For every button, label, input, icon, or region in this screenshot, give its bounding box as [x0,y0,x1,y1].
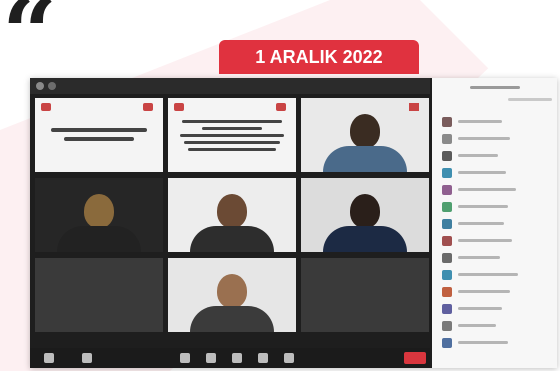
reactions-icon[interactable] [284,353,294,363]
camera-icon[interactable] [82,353,92,363]
slide-text-line [64,137,134,141]
slide-text-line [180,134,284,137]
logo-icon [174,103,184,111]
participant-name-bar [458,154,498,157]
slide-text-line [51,128,147,132]
empty-video-tile [301,258,429,332]
participant-name-bar [458,188,516,191]
participant-row[interactable] [442,337,552,349]
participant-video-tile [301,98,429,172]
participant-row[interactable] [442,218,552,230]
slide-text-line [184,141,280,144]
avatar [442,304,452,314]
avatar [442,321,452,331]
slide-text-line [182,120,282,123]
participant-name-bar [458,256,500,259]
logo-icon [143,103,153,111]
participant-name-bar [458,290,510,293]
avatar [442,287,452,297]
participant-row[interactable] [442,303,552,315]
participant-row[interactable] [442,269,552,281]
participant-silhouette [323,194,407,252]
logo-icon [41,103,51,111]
participant-name-bar [458,120,502,123]
participant-silhouette [323,114,407,172]
participant-row[interactable] [442,116,552,128]
participant-video-tile [168,258,296,332]
share-screen-icon[interactable] [232,353,242,363]
participant-name-bar [458,137,510,140]
avatar [442,270,452,280]
participant-row[interactable] [442,133,552,145]
avatar [442,185,452,195]
avatar [442,134,452,144]
chat-icon[interactable] [206,353,216,363]
video-grid [35,98,430,346]
participant-name-bar [458,222,504,225]
quote-mark: “ [2,0,57,90]
avatar [442,236,452,246]
panel-title-bar [470,86,520,89]
meeting-controls-bar [30,348,430,368]
participant-video-tile [35,178,163,252]
participant-silhouette [57,194,141,252]
logo-icon [409,103,419,111]
participant-row[interactable] [442,184,552,196]
avatar [442,338,452,348]
participant-row[interactable] [442,320,552,332]
microphone-icon[interactable] [44,353,54,363]
participant-name-bar [458,307,502,310]
avatar [442,253,452,263]
avatar [442,117,452,127]
participant-name-bar [458,341,508,344]
avatar [442,219,452,229]
shared-slide-tile [168,98,296,172]
leave-button[interactable] [404,352,426,364]
participant-row[interactable] [442,235,552,247]
participant-name-bar [458,273,518,276]
participant-row[interactable] [442,167,552,179]
avatar [442,202,452,212]
window-control-icon [36,82,44,90]
participants-icon[interactable] [180,353,190,363]
slide-text-line [188,148,276,151]
participant-silhouette [190,194,274,252]
avatar [442,168,452,178]
participant-row[interactable] [442,201,552,213]
participant-video-tile [301,178,429,252]
participant-row[interactable] [442,150,552,162]
participant-silhouette [190,274,274,332]
shared-slide-tile [35,98,163,172]
participant-name-bar [458,205,508,208]
participant-name-bar [458,171,506,174]
empty-video-tile [35,258,163,332]
record-icon[interactable] [258,353,268,363]
participant-row[interactable] [442,252,552,264]
logo-icon [276,103,286,111]
participants-panel [432,78,557,368]
meeting-screenshot [30,78,557,368]
avatar [442,151,452,161]
date-badge: 1 ARALIK 2022 [219,40,419,74]
slide-text-line [202,127,262,130]
participant-name-bar [458,239,512,242]
window-control-icon [48,82,56,90]
panel-subtitle-bar [508,98,552,101]
participant-name-bar [458,324,496,327]
window-titlebar [30,78,430,94]
participant-row[interactable] [442,286,552,298]
participant-video-tile [168,178,296,252]
date-label: 1 ARALIK 2022 [255,46,383,67]
